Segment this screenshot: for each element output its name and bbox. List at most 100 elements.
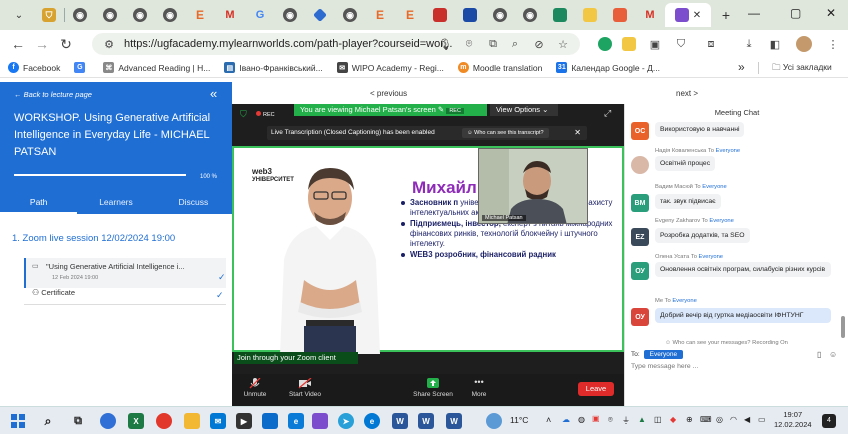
keyboard-icon[interactable]: ⌨ — [700, 415, 712, 424]
external-link-icon[interactable]: ⧉ — [486, 37, 500, 51]
menu-dots-icon[interactable]: ⋮ — [826, 37, 840, 51]
browser-tab[interactable] — [575, 3, 605, 27]
bookmark-google[interactable]: G — [74, 62, 89, 73]
browser-tab[interactable]: E — [185, 3, 215, 27]
windows-start-icon[interactable] — [10, 413, 26, 429]
media-app-icon[interactable]: ▶ — [236, 413, 252, 429]
search-icon[interactable]: ⌕ — [40, 413, 56, 429]
join-zoom-client-link[interactable]: Join through your Zoom client — [234, 352, 358, 364]
edge-browser-icon[interactable]: e — [364, 413, 380, 429]
more-button[interactable]: ••• More — [468, 378, 490, 399]
eye-off-icon[interactable]: ⊘ — [532, 37, 546, 51]
browser-tab[interactable] — [605, 3, 635, 27]
bookmark-calendar[interactable]: 31 Календар Google - Д... — [556, 62, 660, 73]
unmute-button[interactable]: Unmute — [240, 378, 270, 398]
browser-tab[interactable]: E — [395, 3, 425, 27]
bookmarks-overflow-button[interactable]: » — [738, 60, 745, 74]
browser-tab[interactable]: ◉ — [155, 3, 185, 27]
chevron-up-icon[interactable]: ˄ — [546, 415, 551, 425]
photos-icon[interactable] — [262, 413, 278, 429]
active-browser-tab[interactable]: ✕ — [665, 3, 711, 27]
back-arrow-icon[interactable]: ← — [6, 36, 30, 52]
lesson-item[interactable]: ▭ "Using Generative Artificial Intellige… — [24, 258, 226, 288]
reload-icon[interactable]: ↻ — [54, 36, 78, 53]
emoji-icon[interactable]: ☺ — [829, 350, 837, 359]
tray-icon[interactable]: ◍ — [578, 415, 585, 424]
browser-tab[interactable]: ◉ — [335, 3, 365, 27]
forward-arrow-icon[interactable]: → — [30, 36, 54, 52]
collapse-sidebar-icon[interactable]: « — [210, 86, 217, 101]
browser-tab[interactable]: E — [365, 3, 395, 27]
browser-tab[interactable]: ◉ — [275, 3, 305, 27]
tray-green-icon[interactable]: ▲ — [638, 415, 646, 424]
browser-tab[interactable]: M — [215, 3, 245, 27]
system-clock[interactable]: 19:07 12.02.2024 — [774, 410, 812, 430]
all-bookmarks-button[interactable]: 🗀 Усі закладки — [772, 62, 832, 76]
browser-tab[interactable]: ◉ — [95, 3, 125, 27]
word-icon[interactable]: W — [392, 413, 408, 429]
tray-icon[interactable]: ⊕ — [686, 415, 693, 424]
start-video-button[interactable]: Start Video — [286, 378, 324, 398]
tab-discuss[interactable]: Discuss — [155, 190, 232, 214]
next-button[interactable]: next > — [676, 89, 698, 98]
tab-search-dropdown[interactable]: ⌄ — [4, 3, 34, 27]
recipient-selector[interactable]: Everyone — [643, 350, 684, 359]
extension-icon[interactable]: ▣ — [648, 37, 662, 51]
notifications-badge[interactable]: 4 — [822, 414, 836, 428]
camera-icon[interactable]: ⌾ — [462, 37, 476, 51]
weather-temp[interactable]: 11°C — [510, 415, 528, 425]
chat-scrollbar[interactable] — [841, 316, 845, 338]
close-window-icon[interactable]: ✕ — [826, 6, 836, 20]
telegram-icon[interactable]: ➤ — [338, 413, 354, 429]
back-to-lecture-link[interactable]: ← Back to lecture page — [14, 90, 92, 99]
weather-icon[interactable] — [486, 413, 502, 429]
tray-red-icon[interactable]: ◆ — [670, 415, 676, 424]
who-can-see-transcript-button[interactable]: ☺ Who can see this transcript? — [462, 128, 549, 138]
extension-yellow-icon[interactable] — [622, 37, 636, 51]
tray-icon[interactable]: ◎ — [716, 415, 723, 424]
bookmark-wipo[interactable]: ✉ WIPO Academy - Regi... — [336, 62, 444, 73]
section-heading[interactable]: 1. Zoom live session 12/02/2024 19:00 — [12, 233, 175, 244]
browser-tab[interactable] — [425, 3, 455, 27]
download-icon[interactable]: ⤓ — [742, 37, 756, 51]
certificate-item[interactable]: ⚇ Certificate — [32, 288, 75, 297]
leave-button[interactable]: Leave — [578, 382, 614, 396]
browser-tab[interactable]: ◉ — [125, 3, 155, 27]
side-panel-icon[interactable]: ◧ — [768, 37, 782, 51]
close-tab-icon[interactable]: ✕ — [693, 10, 701, 21]
star-icon[interactable]: ☆ — [556, 37, 570, 51]
tab-path[interactable]: Path — [0, 190, 78, 214]
edge-icon[interactable]: e — [288, 413, 304, 429]
minimize-icon[interactable]: — — [748, 6, 760, 20]
chat-message-input[interactable] — [631, 360, 821, 372]
file-explorer-icon[interactable] — [184, 413, 200, 429]
expand-icon[interactable]: ⤢ — [604, 108, 611, 119]
copilot-icon[interactable] — [100, 413, 116, 429]
word-icon[interactable]: W — [446, 413, 462, 429]
profile-avatar[interactable] — [796, 36, 812, 52]
bookmark-moodle[interactable]: m Moodle translation — [457, 62, 542, 73]
bookmark-ivano-frankivsk[interactable]: ▤ Івано-Франківський... — [224, 62, 323, 73]
task-view-icon[interactable]: ⧉ — [70, 413, 86, 429]
browser-tab[interactable] — [305, 3, 335, 27]
browser-tab[interactable]: ◉ — [485, 3, 515, 27]
tab-learners[interactable]: Learners — [77, 190, 154, 214]
browser-tab[interactable]: G — [245, 3, 275, 27]
tray-icon[interactable]: ⌾ — [608, 415, 613, 425]
mail-app-icon[interactable]: ✉ — [210, 413, 226, 429]
zoom-icon[interactable]: ⌕ — [508, 37, 522, 51]
site-settings-icon[interactable]: ⚙ — [102, 37, 116, 51]
file-icon[interactable]: ▯ — [817, 350, 821, 359]
extension-green-icon[interactable] — [598, 37, 612, 51]
volume-icon[interactable]: ◀ — [744, 415, 750, 424]
browser-tab[interactable]: M — [635, 3, 665, 27]
puzzle-icon[interactable]: ⧈ — [704, 37, 718, 51]
browser-tab[interactable]: ◉ — [65, 3, 95, 27]
browser-tab[interactable] — [455, 3, 485, 27]
address-bar[interactable]: ⚙ https://ugfacademy.mylearnworlds.com/p… — [92, 33, 580, 55]
tray-icon[interactable]: ◫ — [654, 415, 662, 424]
browser-tab[interactable]: ◉ — [515, 3, 545, 27]
bookmark-facebook[interactable]: f Facebook — [8, 62, 60, 73]
chrome-icon[interactable] — [156, 413, 172, 429]
shield-extension-icon[interactable]: ⛉ — [674, 37, 688, 51]
